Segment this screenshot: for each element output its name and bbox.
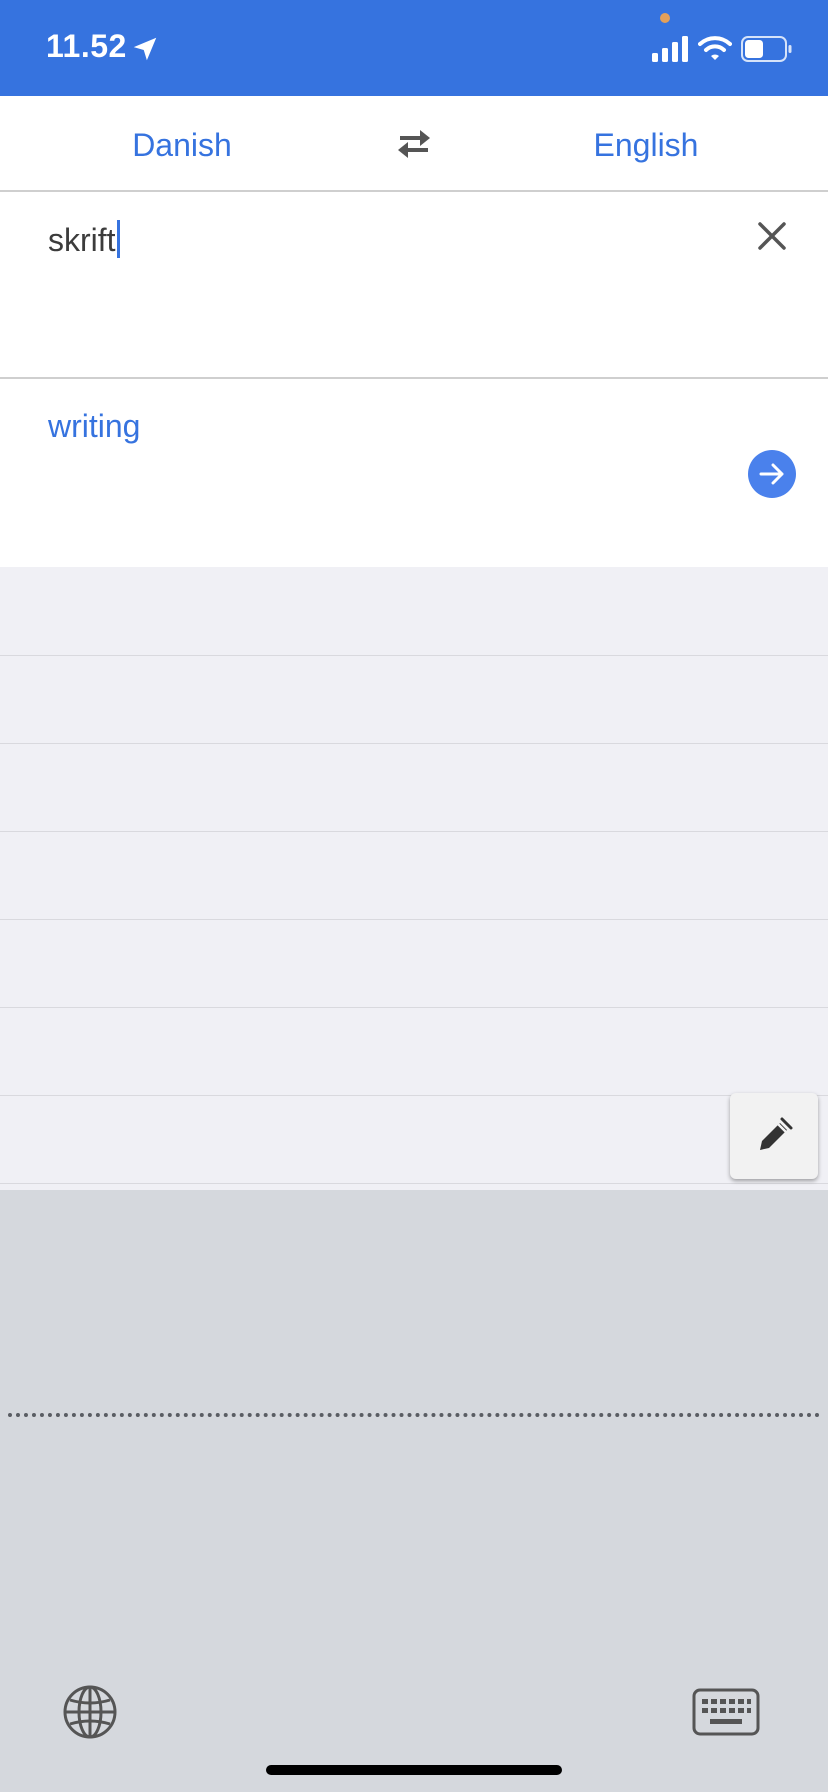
source-text-value: skrift <box>48 222 116 258</box>
text-caret <box>116 220 120 258</box>
source-text-input[interactable]: skrift <box>48 220 120 259</box>
list-divider <box>0 919 828 920</box>
location-arrow-icon <box>133 37 157 61</box>
list-divider <box>0 743 828 744</box>
wifi-icon <box>698 36 732 60</box>
list-divider <box>0 1095 828 1096</box>
battery-icon <box>741 36 792 62</box>
privacy-indicator-dot <box>660 13 670 23</box>
translation-text[interactable]: writing <box>48 408 140 445</box>
list-divider <box>0 655 828 656</box>
handwriting-baseline <box>8 1413 820 1423</box>
home-indicator <box>266 1765 562 1775</box>
source-text-area[interactable] <box>0 192 828 379</box>
swap-arrows-icon[interactable] <box>394 126 434 162</box>
cellular-signal-icon <box>652 36 688 62</box>
list-divider <box>0 1007 828 1008</box>
open-translation-button[interactable] <box>748 450 796 498</box>
handwriting-button[interactable] <box>730 1093 818 1179</box>
list-divider <box>0 831 828 832</box>
globe-icon[interactable] <box>62 1684 118 1740</box>
source-language-button[interactable]: Danish <box>62 127 302 164</box>
history-list <box>0 567 828 1190</box>
status-time: 11.52 <box>46 28 127 64</box>
keyboard-icon[interactable] <box>692 1688 760 1736</box>
list-divider <box>0 1183 828 1184</box>
arrow-right-circle-icon <box>759 463 784 485</box>
close-icon[interactable] <box>752 216 792 256</box>
pen-icon <box>760 1117 793 1150</box>
target-language-button[interactable]: English <box>526 127 766 164</box>
